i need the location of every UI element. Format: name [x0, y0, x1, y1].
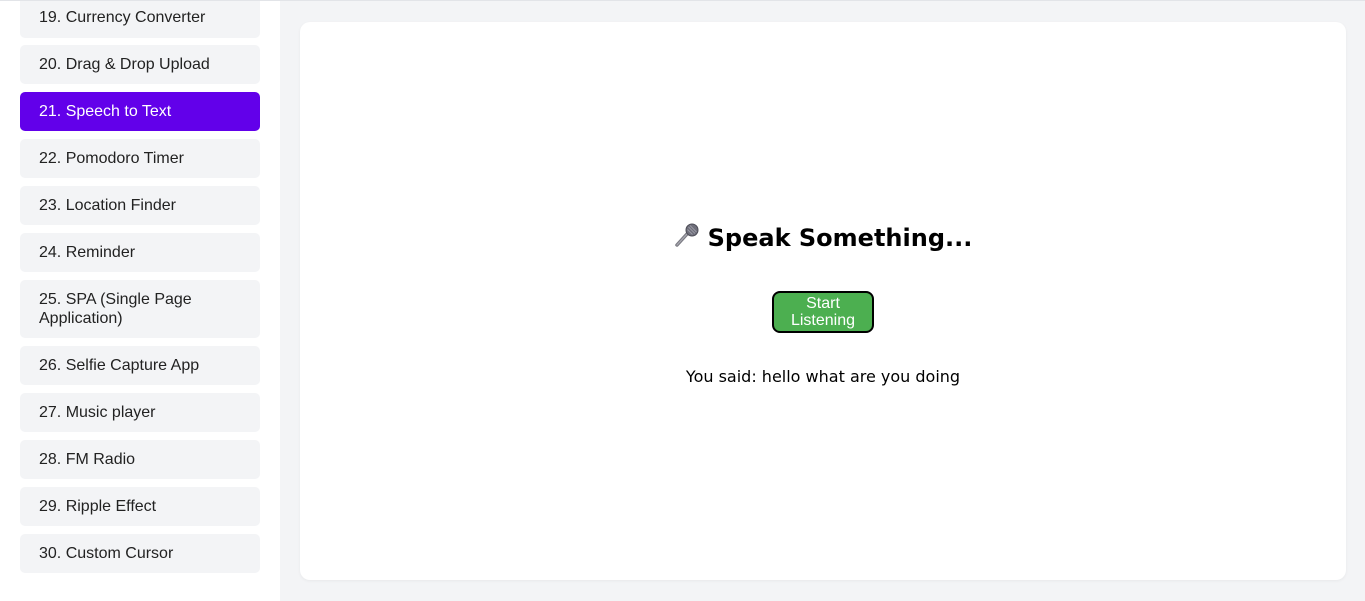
sidebar-item-speech-to-text[interactable]: 21. Speech to Text	[20, 92, 260, 131]
start-listening-button[interactable]: Start Listening	[772, 291, 874, 333]
sidebar-item-custom-cursor[interactable]: 30. Custom Cursor	[20, 534, 260, 573]
sidebar-item-music-player[interactable]: 27. Music player	[20, 393, 260, 432]
sidebar-item-reminder[interactable]: 24. Reminder	[20, 233, 260, 272]
speech-to-text-panel: Speak Something... Start Listening You s…	[300, 22, 1346, 580]
sidebar-item-drag-drop-upload[interactable]: 20. Drag & Drop Upload	[20, 45, 260, 84]
page-title: Speak Something...	[300, 222, 1346, 255]
title-text: Speak Something...	[707, 224, 973, 252]
sidebar-item-ripple-effect[interactable]: 29. Ripple Effect	[20, 487, 260, 526]
sidebar-item-location-finder[interactable]: 23. Location Finder	[20, 186, 260, 225]
sidebar-item-pomodoro-timer[interactable]: 22. Pomodoro Timer	[20, 139, 260, 178]
sidebar-item-fm-radio[interactable]: 28. FM Radio	[20, 440, 260, 479]
microphone-icon	[674, 222, 700, 255]
sidebar-item-selfie-capture-app[interactable]: 26. Selfie Capture App	[20, 346, 260, 385]
sidebar: 19. Currency Converter 20. Drag & Drop U…	[0, 1, 280, 601]
sidebar-item-currency-converter[interactable]: 19. Currency Converter	[20, 1, 260, 38]
transcript-text: You said: hello what are you doing	[685, 367, 961, 386]
sidebar-item-spa[interactable]: 25. SPA (Single Page Application)	[20, 280, 260, 338]
